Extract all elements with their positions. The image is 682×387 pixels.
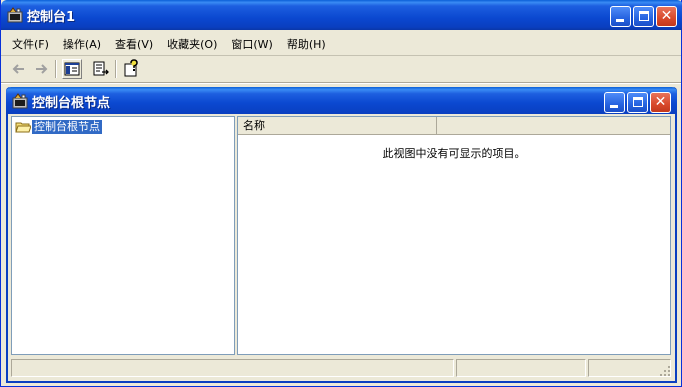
window-title: 控制台1 xyxy=(27,10,76,25)
toolbar-divider xyxy=(1,82,681,84)
close-icon: ✕ xyxy=(660,8,673,24)
minimize-icon xyxy=(616,19,624,22)
tree-pane[interactable]: 控制台根节点 xyxy=(11,116,235,355)
maximize-icon xyxy=(639,11,649,21)
close-button[interactable]: ✕ xyxy=(656,6,677,27)
export-list-icon xyxy=(93,61,109,76)
console-root-icon xyxy=(12,93,28,109)
menu-file[interactable]: 文件(F) xyxy=(5,33,56,53)
inner-window-title: 控制台根节点 xyxy=(32,96,111,111)
list-header: 名称 xyxy=(238,117,670,135)
tree-root-node[interactable]: 控制台根节点 xyxy=(15,119,102,135)
console-root-window: 控制台根节点 ✕ 控制台根节点 名称 此视图中没有可显示的项目。 xyxy=(6,87,677,383)
toolbar-separator xyxy=(55,60,57,78)
menu-divider xyxy=(1,55,681,56)
back-button[interactable] xyxy=(9,59,29,79)
list-pane[interactable]: 名称 此视图中没有可显示的项目。 xyxy=(237,116,671,355)
maximize-button[interactable] xyxy=(633,6,654,27)
forward-arrow-icon xyxy=(36,64,48,74)
resize-grip-icon[interactable] xyxy=(659,365,671,377)
menu-favorites[interactable]: 收藏夹(O) xyxy=(160,33,224,53)
back-arrow-icon xyxy=(12,64,24,74)
toolbar xyxy=(5,57,681,81)
toolbar-separator xyxy=(115,60,117,78)
console-window: 控制台1 ✕ 文件(F) 操作(A) 查看(V) 收藏夹(O) 窗口(W) 帮助… xyxy=(0,0,682,387)
close-icon: ✕ xyxy=(654,94,667,110)
export-list-button[interactable] xyxy=(91,59,111,79)
inner-minimize-button[interactable] xyxy=(604,92,625,113)
status-panel-middle xyxy=(456,359,586,377)
empty-list-message: 此视图中没有可显示的项目。 xyxy=(382,147,526,160)
minimize-button[interactable] xyxy=(610,6,631,27)
folder-open-icon xyxy=(15,122,31,133)
menu-window[interactable]: 窗口(W) xyxy=(224,33,279,53)
status-bar xyxy=(11,357,671,379)
console-app-icon xyxy=(7,7,23,23)
help-button[interactable] xyxy=(122,59,142,79)
show-hide-tree-button[interactable] xyxy=(62,59,82,79)
inner-maximize-button[interactable] xyxy=(627,92,648,113)
inner-close-button[interactable]: ✕ xyxy=(650,92,671,113)
forward-button[interactable] xyxy=(31,59,51,79)
title-bar[interactable]: 控制台1 ✕ xyxy=(1,0,682,30)
status-panel-main xyxy=(11,359,454,377)
column-header-blank[interactable] xyxy=(437,117,670,135)
column-header-name[interactable]: 名称 xyxy=(238,117,437,135)
tree-root-label: 控制台根节点 xyxy=(32,120,102,134)
menu-view[interactable]: 查看(V) xyxy=(108,33,160,53)
menu-help[interactable]: 帮助(H) xyxy=(280,33,333,53)
inner-title-bar[interactable]: 控制台根节点 ✕ xyxy=(6,87,677,114)
minimize-icon xyxy=(610,105,618,108)
menu-bar: 文件(F) 操作(A) 查看(V) 收藏夹(O) 窗口(W) 帮助(H) xyxy=(5,33,333,55)
show-hide-tree-icon xyxy=(64,62,80,76)
maximize-icon xyxy=(633,97,643,107)
help-icon xyxy=(124,59,138,77)
menu-action[interactable]: 操作(A) xyxy=(56,33,108,53)
